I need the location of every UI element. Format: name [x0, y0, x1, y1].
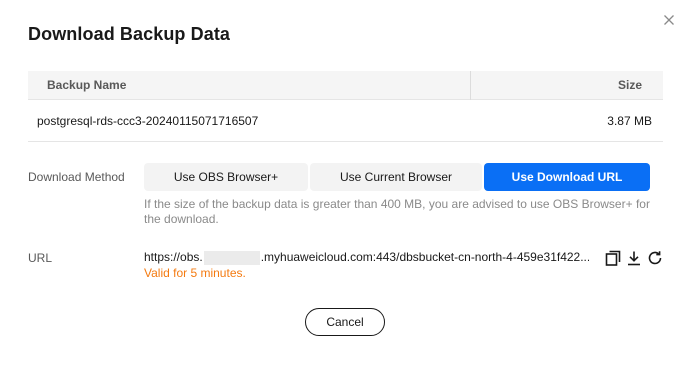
column-header-backup-name: Backup Name	[47, 78, 127, 92]
use-download-url-option[interactable]: Use Download URL	[484, 163, 650, 191]
column-header-size: Size	[617, 78, 642, 92]
column-divider[interactable]	[470, 71, 471, 100]
backup-size-cell: 3.87 MB	[607, 114, 652, 128]
table-header: Backup Name Size	[28, 71, 663, 100]
cancel-button[interactable]: Cancel	[305, 308, 385, 336]
download-backup-dialog: Download Backup Data Backup Name Size po…	[0, 0, 690, 365]
refresh-icon[interactable]	[646, 249, 664, 267]
download-method-hint: If the size of the backup data is greate…	[144, 197, 650, 226]
url-label: URL	[28, 251, 53, 265]
backup-table: Backup Name Size postgresql-rds-ccc3-202…	[28, 71, 663, 142]
url-suffix: .myhuaweicloud.com:443/dbsbucket-cn-nort…	[260, 250, 589, 264]
url-prefix: https://obs.	[144, 250, 203, 264]
dialog-title: Download Backup Data	[28, 24, 231, 44]
download-url: https://obs. .myhuaweicloud.com:443/dbsbu…	[144, 250, 589, 265]
use-obs-browser-option[interactable]: Use OBS Browser+	[144, 163, 308, 191]
url-validity-notice: Valid for 5 minutes.	[144, 266, 246, 280]
close-icon[interactable]	[660, 11, 678, 29]
download-icon[interactable]	[625, 249, 643, 267]
use-current-browser-option[interactable]: Use Current Browser	[310, 163, 482, 191]
download-method-label: Download Method	[28, 170, 125, 184]
url-redacted-segment	[203, 250, 260, 265]
copy-icon[interactable]	[604, 249, 622, 267]
backup-name-cell: postgresql-rds-ccc3-20240115071716507	[37, 114, 259, 128]
table-row: postgresql-rds-ccc3-20240115071716507 3.…	[28, 100, 663, 142]
